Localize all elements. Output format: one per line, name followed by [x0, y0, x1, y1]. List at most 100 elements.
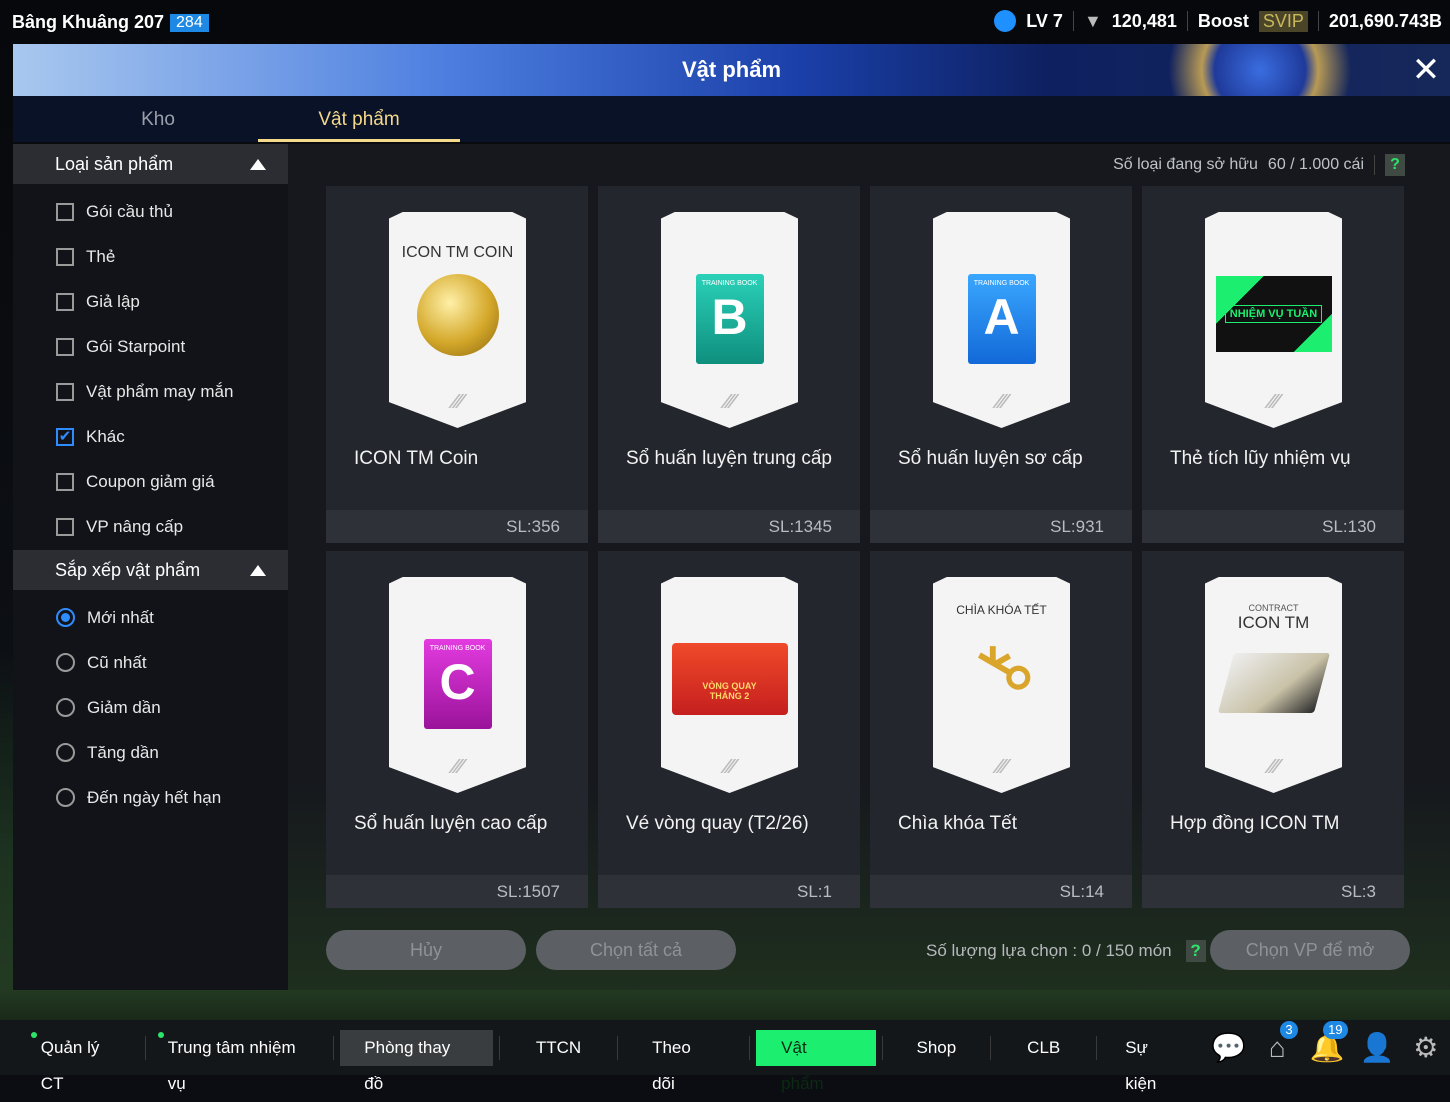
- checkbox[interactable]: [56, 517, 74, 536]
- profile-icon[interactable]: 👤: [1360, 1031, 1395, 1065]
- spin-ticket-image: VÒNG QUAY THÁNG 2: [671, 643, 788, 715]
- filter-option[interactable]: Giả lập: [13, 279, 288, 324]
- filter-option[interactable]: Gói Starpoint: [13, 324, 288, 369]
- radio[interactable]: [56, 743, 75, 762]
- item-card[interactable]: TRAINING BOOK B ⁄⁄⁄ Sổ huấn luyện trung cấ…: [598, 186, 860, 543]
- checkbox[interactable]: [56, 202, 74, 221]
- nav-ttcn[interactable]: TTCN: [506, 1030, 611, 1066]
- divider: [990, 1035, 992, 1060]
- bell-icon[interactable]: 🔔 19: [1310, 1020, 1348, 1065]
- selection-label: Số lượng lựa chọn : 0 / 150 món: [926, 941, 1172, 960]
- item-name: Hợp đồng ICON TM: [1170, 813, 1340, 834]
- user-info[interactable]: Bâng Khuâng 207 284: [12, 12, 209, 33]
- radio[interactable]: [56, 608, 75, 627]
- divider: [1072, 11, 1074, 31]
- divider: [1317, 11, 1319, 31]
- item-image: CHÌA KHÓA TẾT ⚷ ⁄⁄⁄: [933, 577, 1070, 793]
- filter-option[interactable]: Vật phẩm may mắn: [13, 369, 288, 414]
- filter-option[interactable]: ✔ Khác: [13, 414, 288, 459]
- nav-quan-ly-ct[interactable]: Quản lý CT: [25, 1030, 139, 1093]
- item-image: CONTRACT ICON TM ⁄⁄⁄: [1205, 577, 1342, 793]
- trophy-value: 120,481: [1111, 10, 1177, 31]
- header-banner: Vật phẩm ✕: [13, 44, 1450, 96]
- filter-option[interactable]: Gói cầu thủ: [13, 189, 288, 234]
- radio[interactable]: [56, 788, 75, 807]
- checkbox[interactable]: [56, 337, 74, 356]
- radio[interactable]: [56, 653, 75, 672]
- checkbox[interactable]: ✔: [56, 427, 74, 446]
- collapse-icon[interactable]: [250, 158, 266, 170]
- card-caption: ICON TM COIN: [401, 244, 514, 261]
- item-card[interactable]: TRAINING BOOK C ⁄⁄⁄ Sổ huấn luyện cao cấp …: [326, 551, 588, 908]
- filter-section-header[interactable]: Loại sản phẩm: [13, 144, 288, 184]
- item-quantity: SL:3: [1142, 875, 1404, 908]
- tab-kho[interactable]: Kho: [108, 96, 208, 142]
- filter-option[interactable]: VP nâng cấp: [13, 504, 288, 549]
- card-caption: ICON TM: [1237, 613, 1310, 632]
- settings-icon[interactable]: ⚙: [1410, 1031, 1442, 1065]
- filter-option[interactable]: Coupon giảm giá: [13, 459, 288, 504]
- cancel-button[interactable]: Hủy: [326, 930, 526, 970]
- nav-trung-tam-nhiem-vu[interactable]: Trung tâm nhiệm vụ: [152, 1030, 328, 1093]
- checkbox[interactable]: [56, 247, 74, 266]
- selection-count: Số lượng lựa chọn : 0 / 150 món ?: [926, 940, 1206, 962]
- item-card[interactable]: NHIỆM VỤ TUẦN ⁄⁄⁄ Thẻ tích lũy nhiệm vụ S…: [1142, 186, 1404, 543]
- divider: [1096, 1035, 1098, 1060]
- item-card[interactable]: ICON TM COIN ⁄⁄⁄ ICON TM Coin SL:356: [326, 186, 588, 543]
- item-image: TRAINING BOOK B ⁄⁄⁄: [661, 212, 798, 428]
- item-quantity: SL:1507: [326, 875, 588, 908]
- item-image: ICON TM COIN ⁄⁄⁄: [389, 212, 526, 428]
- sort-section-header[interactable]: Sắp xếp vật phẩm: [13, 550, 288, 590]
- item-quantity: SL:14: [870, 875, 1132, 908]
- training-book-image: TRAINING BOOK C: [423, 639, 492, 729]
- nav-theo-doi[interactable]: Theo dõi: [624, 1030, 743, 1093]
- nav-phong-thay-do[interactable]: Phòng thay đồ: [340, 1029, 493, 1093]
- checkbox[interactable]: [56, 292, 74, 311]
- card-caption: CHÌA KHÓA TẾT: [956, 603, 1047, 617]
- filter-title: Loại sản phẩm: [55, 153, 174, 174]
- sort-label: Tăng dần: [87, 742, 159, 762]
- sort-option[interactable]: Đến ngày hết hạn: [13, 775, 288, 820]
- item-name: Sổ huấn luyện sơ cấp: [898, 448, 1083, 469]
- item-image: TRAINING BOOK A ⁄⁄⁄: [933, 212, 1070, 428]
- filter-label: Coupon giảm giá: [86, 471, 215, 491]
- divider: [1186, 11, 1188, 31]
- notification-count: 19: [1323, 1020, 1348, 1039]
- fc-logo-icon: ⁄⁄⁄: [1268, 756, 1279, 778]
- checkbox[interactable]: [56, 472, 74, 491]
- item-quantity: SL:1: [598, 875, 860, 908]
- help-icon[interactable]: ?: [1385, 154, 1405, 176]
- sort-option[interactable]: Tăng dần: [13, 730, 288, 775]
- sort-option[interactable]: Mới nhất: [13, 595, 288, 640]
- item-card[interactable]: CHÌA KHÓA TẾT ⚷ ⁄⁄⁄ Chìa khóa Tết SL:14: [870, 551, 1132, 908]
- sort-title: Sắp xếp vật phẩm: [55, 559, 201, 580]
- currency-value: 201,690.743B: [1328, 10, 1442, 31]
- bottom-nav: Quản lý CT Trung tâm nhiệm vụ Phòng thay…: [0, 1020, 1450, 1093]
- username: Bâng Khuâng 207: [12, 12, 165, 32]
- select-all-button[interactable]: Chọn tất cả: [536, 930, 736, 970]
- tab-vat-pham[interactable]: Vật phẩm: [258, 96, 460, 142]
- radio[interactable]: [56, 698, 75, 717]
- boost-label[interactable]: Boost: [1198, 11, 1249, 32]
- item-card[interactable]: VÒNG QUAY THÁNG 2 ⁄⁄⁄ Vé vòng quay (T2/26…: [598, 551, 860, 908]
- close-button[interactable]: ✕: [1408, 52, 1444, 88]
- checkbox[interactable]: [56, 382, 74, 401]
- nav-clb[interactable]: CLB: [997, 1030, 1090, 1066]
- divider: [333, 1035, 335, 1060]
- item-card[interactable]: TRAINING BOOK A ⁄⁄⁄ Sổ huấn luyện sơ cấp S…: [870, 186, 1132, 543]
- key-icon: ⚷: [954, 626, 1049, 710]
- mail-icon[interactable]: ⌂ 3: [1261, 1020, 1298, 1065]
- help-icon[interactable]: ?: [1185, 940, 1206, 962]
- collapse-icon[interactable]: [250, 564, 266, 576]
- filter-option[interactable]: Thẻ: [13, 234, 288, 279]
- nav-shop[interactable]: Shop: [889, 1030, 985, 1066]
- item-quantity: SL:1345: [598, 510, 860, 543]
- open-items-button[interactable]: Chọn VP để mở: [1210, 930, 1410, 970]
- sort-option[interactable]: Cũ nhất: [13, 640, 288, 685]
- sort-option[interactable]: Giảm dần: [13, 685, 288, 730]
- owned-label: Số loại đang sở hữu: [1113, 156, 1258, 173]
- chat-icon[interactable]: 💬: [1211, 1031, 1246, 1065]
- nav-su-kien[interactable]: Sự kiện: [1103, 1030, 1203, 1093]
- item-card[interactable]: CONTRACT ICON TM ⁄⁄⁄ Hợp đồng ICON TM SL:3: [1142, 551, 1404, 908]
- nav-vat-pham[interactable]: Vật phẩm: [756, 1029, 876, 1093]
